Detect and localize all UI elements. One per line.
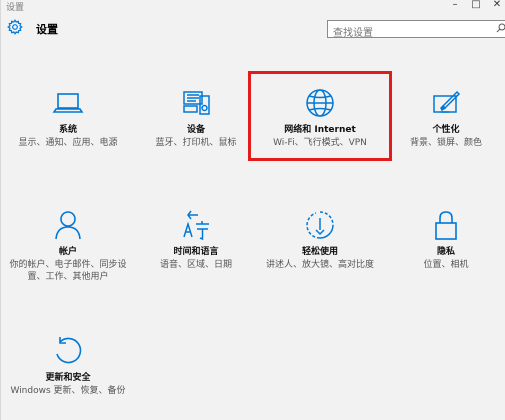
tile-label: 个性化 xyxy=(432,125,460,135)
search-input[interactable] xyxy=(328,25,478,42)
tile-system[interactable]: 系统 显示、通知、应用、电源 xyxy=(5,86,131,149)
close-button[interactable]: ✕ xyxy=(490,0,504,10)
tile-description: 背景、锁屏、颜色 xyxy=(409,138,482,148)
tile-label: 时间和语言 xyxy=(173,247,219,257)
tile-description: 位置、相机 xyxy=(423,260,469,270)
tile-accounts[interactable]: 帐户 你的帐户、电子邮件、同步设置、工作、其他用户 xyxy=(5,208,131,283)
window-title: 设置 xyxy=(6,3,25,13)
tile-devices[interactable]: 设备 蓝牙、打印机、鼠标 xyxy=(133,86,259,149)
tile-description: 蓝牙、打印机、鼠标 xyxy=(155,138,237,148)
tile-update-security[interactable]: 更新和安全 Windows 更新、恢复、备份 xyxy=(5,334,131,397)
tile-time-language[interactable]: 时间和语言 语音、区域、日期 xyxy=(133,208,259,271)
devices-icon xyxy=(179,86,213,120)
maximize-button[interactable]: □ xyxy=(469,0,483,10)
lock-icon xyxy=(429,208,463,242)
gear-icon xyxy=(7,19,23,35)
tile-label: 隐私 xyxy=(436,247,455,257)
tile-label: 轻松使用 xyxy=(301,247,338,257)
tile-label: 系统 xyxy=(58,125,77,135)
tile-description: Windows 更新、恢复、备份 xyxy=(10,386,126,396)
person-icon xyxy=(51,208,85,242)
tile-description: 讲述人、放大镜、高对比度 xyxy=(265,260,374,270)
tile-description: 语音、区域、日期 xyxy=(159,260,232,270)
tile-label: 更新和安全 xyxy=(45,373,91,383)
ease-of-access-icon xyxy=(303,208,337,242)
highlight-box xyxy=(248,71,392,161)
tile-description: 你的帐户、电子邮件、同步设置、工作、其他用户 xyxy=(9,260,127,282)
tile-personalization[interactable]: 个性化 背景、锁屏、颜色 xyxy=(383,86,505,149)
laptop-icon xyxy=(51,86,85,120)
settings-window: 设置 – □ ✕ 设置 查找设置 系统 显示、通知、应用、电源 设备 蓝牙、打印… xyxy=(0,0,505,420)
title-bar: 设置 – □ ✕ xyxy=(1,0,505,14)
tile-description: 显示、通知、应用、电源 xyxy=(18,138,118,148)
page-title: 设置 xyxy=(36,23,58,36)
tile-ease-of-access[interactable]: 轻松使用 讲述人、放大镜、高对比度 xyxy=(257,208,383,271)
tile-privacy[interactable]: 隐私 位置、相机 xyxy=(383,208,505,271)
search-box[interactable] xyxy=(327,20,505,42)
tile-label: 帐户 xyxy=(58,247,77,257)
paint-icon xyxy=(429,86,463,120)
minimize-button[interactable]: – xyxy=(448,0,462,10)
time-language-icon xyxy=(179,208,213,242)
search-icon[interactable] xyxy=(496,22,505,36)
tile-label: 设备 xyxy=(186,125,205,135)
update-icon xyxy=(51,334,85,368)
